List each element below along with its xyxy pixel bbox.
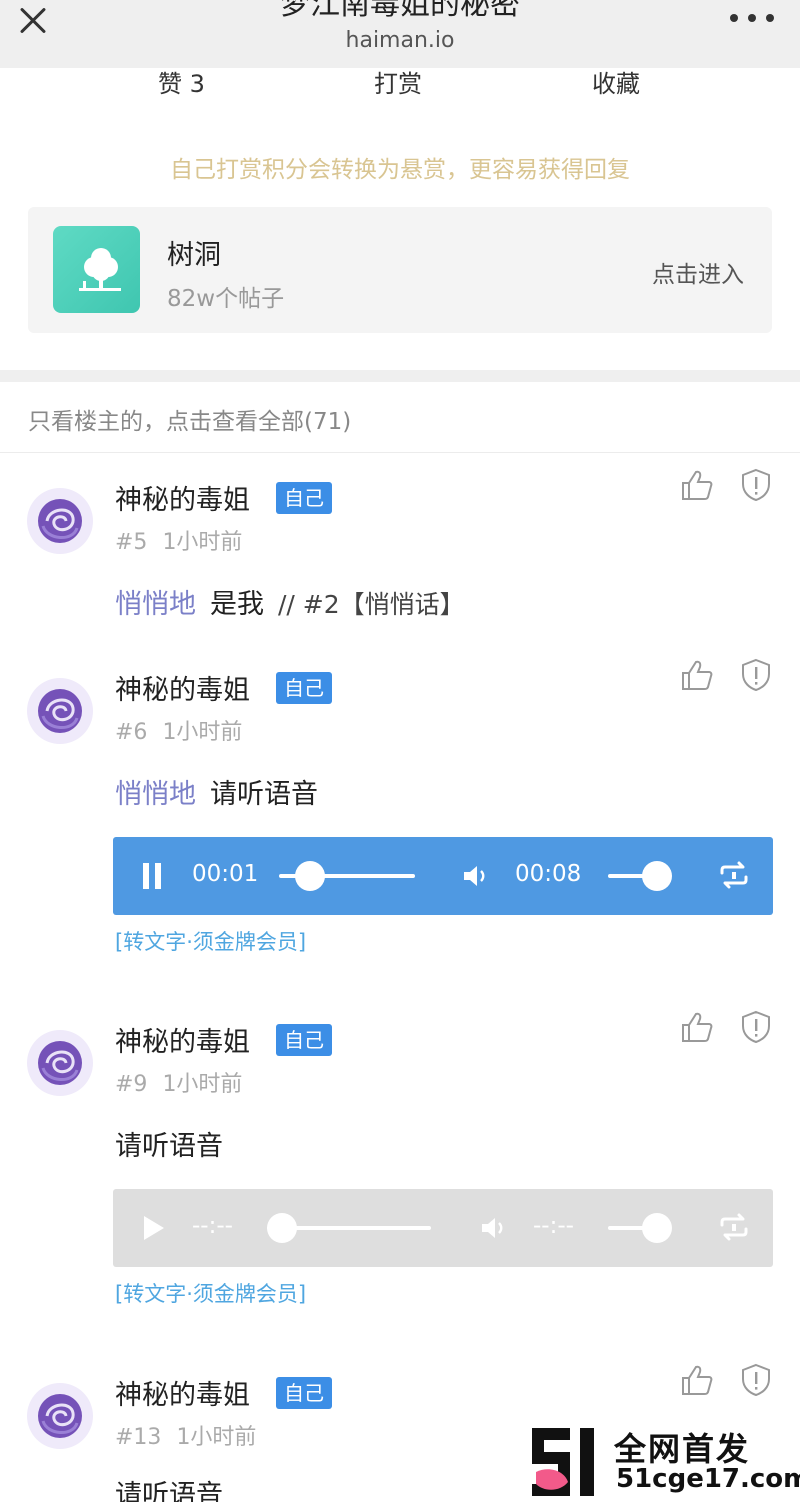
reward-tip: 自己打赏积分会转换为悬赏，更容易获得回复 (170, 157, 630, 183)
audio-player: --:-- --:-- (113, 1189, 773, 1267)
thumbs-up-icon[interactable] (680, 658, 714, 692)
reward-button[interactable]: 打赏 (374, 64, 422, 99)
loop-icon[interactable] (717, 1211, 751, 1243)
thumbs-up-icon[interactable] (680, 468, 714, 502)
audio-progress-knob[interactable] (267, 1213, 297, 1243)
transcribe-link[interactable]: [转文字·须金牌会员] (115, 1278, 306, 1308)
tree-icon (53, 226, 140, 313)
tree-hole-card[interactable]: 树洞 82w个帖子 点击进入 (28, 207, 772, 333)
whisper-tag[interactable]: 悄悄地 (115, 589, 196, 620)
post-text: 请听语音 (210, 779, 318, 810)
avatar-rose-icon[interactable] (27, 1030, 93, 1096)
favorite-button[interactable]: 收藏 (592, 64, 640, 99)
floor-number: #9 (115, 1072, 148, 1097)
audio-duration: 00:08 (515, 861, 582, 887)
watermark-domain: 51cge17.com (616, 1464, 800, 1494)
audio-current-time: --:-- (192, 1213, 233, 1239)
filter-divider (0, 452, 800, 453)
site-watermark: 全网首发 51cge17.com (528, 1424, 800, 1502)
top-nav-bar: 梦江南毒姐的秘密 haiman.io (0, 0, 800, 68)
shield-icon[interactable] (740, 468, 772, 502)
audio-current-time: 00:01 (192, 861, 259, 887)
post-meta: #6 1小时前 (115, 714, 242, 746)
play-icon[interactable] (141, 1213, 167, 1243)
audio-progress-slider[interactable] (279, 861, 415, 891)
watermark-logo-icon (532, 1428, 594, 1496)
post-text: 请听语音 (115, 1131, 223, 1162)
pause-icon[interactable] (141, 861, 165, 891)
shield-icon[interactable] (740, 1363, 772, 1397)
volume-knob[interactable] (642, 1213, 672, 1243)
loop-icon[interactable] (717, 859, 751, 891)
shield-icon[interactable] (740, 658, 772, 692)
floor-number: #5 (115, 530, 148, 555)
volume-slider[interactable] (608, 1213, 672, 1243)
post-content: 请听语音 (115, 1473, 223, 1502)
post-text: 是我 (210, 589, 264, 620)
self-badge: 自己 (276, 1024, 332, 1056)
author-filter-link[interactable]: 只看楼主的，点击查看全部(71) (28, 402, 351, 436)
like-count-button[interactable]: 赞 3 (158, 64, 205, 99)
floor-number: #6 (115, 720, 148, 745)
post-time: 1小时前 (176, 1425, 257, 1450)
page-title: 梦江南毒姐的秘密 (280, 0, 520, 22)
thumbs-up-icon[interactable] (680, 1010, 714, 1044)
audio-player: 00:01 00:08 (113, 837, 773, 915)
post-content: 悄悄地 是我 // #2【悄悄话】 (115, 582, 465, 621)
quote-reference[interactable]: // #2【悄悄话】 (278, 590, 465, 619)
author-name[interactable]: 神秘的毒姐 (115, 1020, 250, 1059)
self-badge: 自己 (276, 672, 332, 704)
volume-knob[interactable] (642, 861, 672, 891)
self-badge: 自己 (276, 1377, 332, 1409)
volume-slider[interactable] (608, 861, 672, 891)
audio-progress-knob[interactable] (295, 861, 325, 891)
tree-hole-name: 树洞 (167, 240, 221, 271)
more-icon[interactable] (730, 14, 774, 22)
floor-number: #13 (115, 1425, 162, 1450)
page-domain: haiman.io (345, 28, 455, 53)
transcribe-link[interactable]: [转文字·须金牌会员] (115, 926, 306, 956)
audio-progress-slider[interactable] (267, 1213, 431, 1243)
post-text: 请听语音 (115, 1480, 223, 1502)
post-time: 1小时前 (162, 720, 243, 745)
avatar-rose-icon[interactable] (27, 678, 93, 744)
tree-hole-enter-link[interactable]: 点击进入 (652, 255, 744, 289)
author-name[interactable]: 神秘的毒姐 (115, 1373, 250, 1412)
post-meta: #13 1小时前 (115, 1419, 256, 1451)
whisper-tag[interactable]: 悄悄地 (115, 779, 196, 810)
avatar-rose-icon[interactable] (27, 1383, 93, 1449)
post-meta: #9 1小时前 (115, 1066, 242, 1098)
tree-hole-post-count: 82w个帖子 (167, 286, 285, 312)
volume-icon[interactable] (479, 1213, 509, 1243)
post-time: 1小时前 (162, 1072, 243, 1097)
self-badge: 自己 (276, 482, 332, 514)
audio-duration: --:-- (533, 1213, 574, 1239)
post-time: 1小时前 (162, 530, 243, 555)
author-name[interactable]: 神秘的毒姐 (115, 668, 250, 707)
section-divider (0, 370, 800, 382)
avatar-rose-icon[interactable] (27, 488, 93, 554)
post-meta: #5 1小时前 (115, 524, 242, 556)
volume-icon[interactable] (461, 861, 491, 891)
author-name[interactable]: 神秘的毒姐 (115, 478, 250, 517)
post-content: 悄悄地 请听语音 (115, 772, 318, 811)
post-actions: 赞 3 打赏 收藏 (0, 64, 800, 100)
post-content: 请听语音 (115, 1124, 223, 1163)
thumbs-up-icon[interactable] (680, 1363, 714, 1397)
shield-icon[interactable] (740, 1010, 772, 1044)
